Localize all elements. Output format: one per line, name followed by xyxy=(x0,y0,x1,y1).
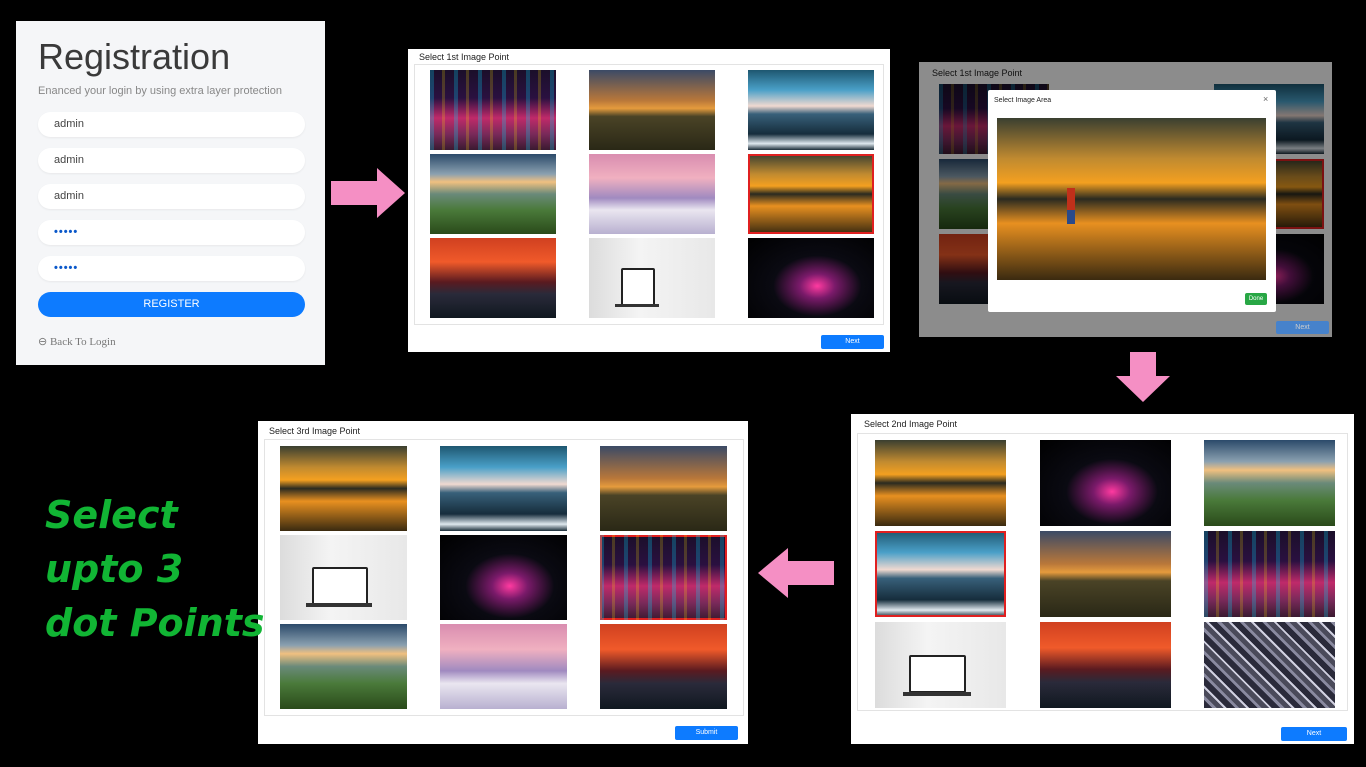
laptop-base xyxy=(903,692,971,696)
arrow-right-icon xyxy=(331,168,405,218)
image-select-panel-modal: Select 1st Image Point Next Select Image… xyxy=(919,62,1332,337)
heading-line-1: Select xyxy=(45,493,178,537)
image-thumb-mountain-field[interactable] xyxy=(600,446,727,531)
image-thumb-ocean[interactable] xyxy=(748,70,874,150)
image-thumb-red-sky[interactable] xyxy=(600,624,727,709)
image-select-panel-2: Select 2nd Image Point Next xyxy=(851,414,1354,744)
image-grid xyxy=(264,439,744,716)
image-thumb-pink-mountains[interactable] xyxy=(589,154,715,234)
person-figure-icon xyxy=(1067,188,1075,224)
image-thumb-city-selected[interactable] xyxy=(600,535,727,620)
image-thumb-neon-laptop[interactable] xyxy=(748,238,874,318)
panel-title: Select 3rd Image Point xyxy=(269,426,361,436)
register-button[interactable]: REGISTER xyxy=(38,292,305,317)
panel-title: Select 2nd Image Point xyxy=(864,419,958,429)
image-thumb-city[interactable] xyxy=(430,70,556,150)
select-area-modal: Select Image Area × Done xyxy=(988,90,1276,312)
image-grid xyxy=(414,64,884,325)
image-thumb-pink-mountains[interactable] xyxy=(440,624,567,709)
image-thumb-aerial-city[interactable] xyxy=(1204,622,1335,708)
image-thumb-laptop[interactable] xyxy=(589,238,715,318)
laptop-screen xyxy=(312,567,368,605)
image-thumb-red-sky[interactable] xyxy=(430,238,556,318)
image-thumb-valley[interactable] xyxy=(280,624,407,709)
image-thumb-lake-selected[interactable] xyxy=(748,154,874,234)
image-thumb-neon-laptop[interactable] xyxy=(1040,440,1171,526)
back-to-login-label: Back To Login xyxy=(49,336,116,348)
heading-line-2: upto 3 xyxy=(45,547,184,591)
image-thumb-lake[interactable] xyxy=(280,446,407,531)
done-button[interactable]: Done xyxy=(1245,293,1267,305)
close-icon[interactable]: × xyxy=(1263,94,1268,104)
image-select-panel-1: Select 1st Image Point Next xyxy=(408,49,890,352)
back-arrow-icon: ⊖ xyxy=(38,336,48,348)
username-field[interactable]: admin xyxy=(38,112,305,137)
laptop-screen xyxy=(621,268,655,306)
image-thumb-lake[interactable] xyxy=(875,440,1006,526)
arrow-down-icon xyxy=(1116,352,1170,402)
image-thumb-city[interactable] xyxy=(1204,531,1335,617)
heading-line-3: dot Points xyxy=(45,601,265,645)
back-to-login-link[interactable]: ⊖ Back To Login xyxy=(38,335,303,348)
name-field[interactable]: admin xyxy=(38,184,305,209)
image-thumb-ocean[interactable] xyxy=(440,446,567,531)
password-field[interactable]: ••••• xyxy=(38,220,305,245)
image-thumb-neon-laptop[interactable] xyxy=(440,535,567,620)
image-thumb-valley[interactable] xyxy=(1204,440,1335,526)
image-grid xyxy=(857,433,1348,711)
image-thumb-laptop[interactable] xyxy=(875,622,1006,708)
image-thumb-valley[interactable] xyxy=(430,154,556,234)
confirm-password-field[interactable]: ••••• xyxy=(38,256,305,281)
panel-title: Select 1st Image Point xyxy=(419,52,510,62)
submit-button[interactable]: Submit xyxy=(675,726,738,740)
next-button[interactable]: Next xyxy=(1281,727,1347,741)
next-button[interactable]: Next xyxy=(1276,321,1329,334)
image-thumb-mountain-field[interactable] xyxy=(589,70,715,150)
image-select-panel-3: Select 3rd Image Point Submit xyxy=(258,421,748,744)
selected-image-large[interactable] xyxy=(997,118,1266,280)
image-thumb-mountain-field[interactable] xyxy=(1040,531,1171,617)
email-field[interactable]: admin xyxy=(38,148,305,173)
image-thumb-laptop[interactable] xyxy=(280,535,407,620)
registration-subtitle: Enanced your login by using extra layer … xyxy=(38,85,282,97)
registration-card: Registration Enanced your login by using… xyxy=(16,21,325,365)
laptop-base xyxy=(306,603,372,607)
laptop-base xyxy=(615,304,659,307)
laptop-screen xyxy=(909,655,966,693)
registration-title: Registration xyxy=(38,36,231,77)
image-thumb-red-sky[interactable] xyxy=(1040,622,1171,708)
arrow-left-icon xyxy=(758,548,834,598)
modal-title: Select Image Area xyxy=(994,97,1052,104)
next-button[interactable]: Next xyxy=(821,335,884,349)
image-thumb-ocean-selected[interactable] xyxy=(875,531,1006,617)
select-points-heading: Select upto 3 dot Points xyxy=(45,488,265,650)
